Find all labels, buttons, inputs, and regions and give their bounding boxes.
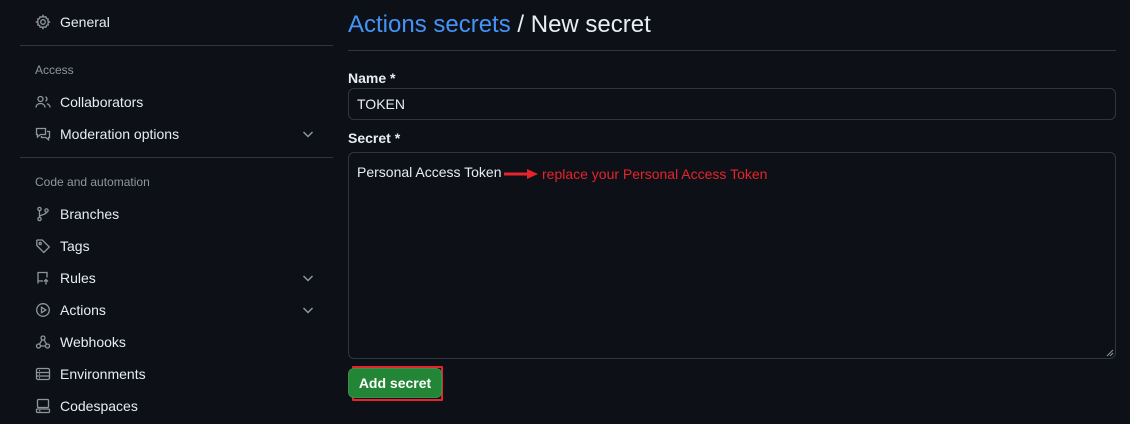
sidebar-item-tags[interactable]: Tags: [20, 230, 333, 262]
settings-sidebar: General Access Collaborators Moderation …: [20, 0, 333, 424]
name-label: Name *: [348, 70, 396, 86]
chevron-down-icon[interactable]: [301, 271, 315, 285]
annotation-text: replace your Personal Access Token: [542, 166, 768, 182]
server-icon: [35, 366, 51, 382]
add-secret-button[interactable]: Add secret: [348, 368, 442, 398]
arrow-right-icon: [504, 169, 538, 179]
comment-discussion-icon: [35, 126, 51, 142]
page-title: Actions secrets / New secret: [348, 11, 651, 39]
gear-icon: [35, 14, 51, 30]
play-icon: [35, 302, 51, 318]
repo-push-icon: [35, 270, 51, 286]
sidebar-item-collaborators[interactable]: Collaborators: [20, 86, 333, 118]
codespaces-icon: [35, 398, 51, 414]
secret-textarea[interactable]: Personal Access Token: [348, 152, 1116, 359]
title-divider: [348, 50, 1116, 51]
sidebar-divider: [20, 157, 333, 158]
sidebar-item-moderation[interactable]: Moderation options: [20, 118, 333, 150]
sidebar-item-environments[interactable]: Environments: [20, 358, 333, 390]
sidebar-item-general[interactable]: General: [20, 6, 333, 38]
sidebar-item-webhooks[interactable]: Webhooks: [20, 326, 333, 358]
sidebar-divider: [20, 45, 333, 46]
sidebar-item-rules[interactable]: Rules: [20, 262, 333, 294]
sidebar-item-label: Tags: [60, 238, 90, 254]
secret-label: Secret *: [348, 130, 401, 146]
sidebar-item-label: Actions: [60, 302, 106, 318]
webhook-icon: [35, 334, 51, 350]
settings-page: General Access Collaborators Moderation …: [0, 0, 1130, 424]
name-input[interactable]: [348, 88, 1116, 120]
sidebar-item-label: Moderation options: [60, 126, 180, 142]
breadcrumb-separator: /: [517, 11, 525, 38]
section-label-access: Access: [35, 63, 74, 77]
sidebar-item-label: Branches: [60, 206, 120, 222]
sidebar-item-label: Rules: [60, 270, 96, 286]
chevron-down-icon[interactable]: [301, 127, 315, 141]
sidebar-item-codespaces[interactable]: Codespaces: [20, 390, 333, 422]
sidebar-item-label: Collaborators: [60, 94, 144, 110]
sidebar-item-label: Environments: [60, 366, 146, 382]
sidebar-item-actions[interactable]: Actions: [20, 294, 333, 326]
instruction-annotation: replace your Personal Access Token: [503, 166, 767, 182]
people-icon: [35, 94, 51, 110]
sidebar-item-label: Webhooks: [60, 334, 126, 350]
section-label-code: Code and automation: [35, 175, 150, 189]
breadcrumb-current: New secret: [530, 11, 651, 38]
sidebar-item-label: General: [60, 14, 110, 30]
chevron-down-icon[interactable]: [301, 303, 315, 317]
git-branch-icon: [35, 206, 51, 222]
sidebar-item-branches[interactable]: Branches: [20, 198, 333, 230]
tag-icon: [35, 238, 51, 254]
new-secret-form-area: Actions secrets / New secret Name * Secr…: [348, 0, 1116, 424]
resize-handle-icon[interactable]: [1106, 349, 1114, 357]
breadcrumb-actions-secrets[interactable]: Actions secrets: [348, 11, 511, 38]
sidebar-item-label: Codespaces: [60, 398, 138, 414]
